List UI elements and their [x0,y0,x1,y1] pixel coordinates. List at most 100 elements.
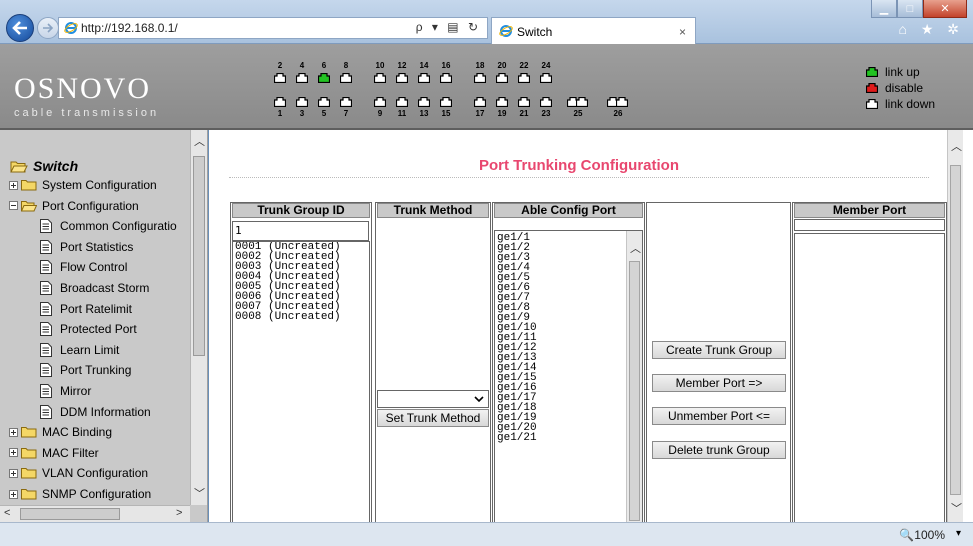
able-port-option[interactable]: ge1/21 [495,433,642,444]
scroll-up-icon[interactable]: ︿ [194,133,205,149]
port-18-icon[interactable] [474,73,486,83]
port-14-icon[interactable] [418,73,430,83]
set-trunk-method-button[interactable]: Set Trunk Method [377,409,489,427]
port-8-icon[interactable] [340,73,352,83]
member-port-add-button[interactable]: Member Port => [652,374,786,392]
expand-icon[interactable] [9,448,18,458]
zoom-level[interactable]: 🔍100% [899,528,945,542]
sidebar-item-common-configuratio[interactable]: Common Configuratio [40,219,177,234]
forward-button[interactable] [37,17,59,39]
scroll-down-icon[interactable]: ﹀ [951,500,962,516]
able-config-port-list[interactable]: ge1/1 ge1/2 ge1/3 ge1/4 ge1/5 ge1/6 ge1/7 ge1/8… [494,230,643,522]
main-vertical-scrollbar[interactable]: ︿ ﹀ [947,130,963,522]
sidebar-item-label: Flow Control [60,260,128,275]
sidebar-item-broadcast-storm[interactable]: Broadcast Storm [40,281,149,295]
port-25-icon[interactable] [576,97,588,107]
port-number-label: 8 [343,61,349,70]
port-12-icon[interactable] [396,73,408,83]
able-port-scrollbar[interactable]: ︿ [626,231,642,522]
minimize-button[interactable]: ▁ [871,0,897,18]
create-trunk-group-button[interactable]: Create Trunk Group [652,341,786,359]
trunk-method-select[interactable] [377,390,489,408]
unmember-port-button[interactable]: Unmember Port <= [652,407,786,425]
port-20-icon[interactable] [496,73,508,83]
port-11-icon[interactable] [396,97,408,107]
member-port-filter[interactable] [794,219,945,231]
tab-close-icon[interactable]: × [679,25,686,39]
close-window-button[interactable]: ✕ [923,0,967,18]
port-17-icon[interactable] [474,97,486,107]
main-scroll-thumb[interactable] [950,165,961,495]
port-15-icon[interactable] [440,97,452,107]
sidebar-item-mac-binding[interactable]: MAC Binding [9,425,112,439]
sidebar-item-protected-port[interactable]: Protected Port [40,322,137,337]
scroll-right-icon[interactable]: > [176,507,182,519]
port-6-icon[interactable] [318,73,330,83]
trunk-group-option[interactable]: 0008 (Uncreated) [233,312,369,323]
port-4-icon[interactable] [296,73,308,83]
port-24-icon[interactable] [540,73,552,83]
port-2-icon[interactable] [274,73,286,83]
port-7-icon[interactable] [340,97,352,107]
expand-icon[interactable] [9,489,18,499]
port-13-icon[interactable] [418,97,430,107]
sidebar-item-flow-control[interactable]: Flow Control [40,260,128,275]
folder-icon [21,468,37,479]
sidebar-scroll-thumb[interactable] [193,156,205,356]
tree-root[interactable]: Switch [10,158,78,174]
port-3-icon[interactable] [296,97,308,107]
sidebar-item-ddm-information[interactable]: DDM Information [40,404,151,419]
document-icon [40,219,52,234]
legend-label: disable [885,81,924,95]
sidebar-item-system-configuration[interactable]: System Configuration [9,178,157,192]
trunk-group-list[interactable]: 0001 (Uncreated) 0002 (Uncreated) 0003 (Un… [232,241,370,522]
sidebar-item-mac-filter[interactable]: MAC Filter [9,446,99,460]
scroll-up-icon[interactable]: ︿ [951,138,962,154]
sidebar-item-port-configuration[interactable]: Port Configuration [9,199,139,213]
expand-icon[interactable] [9,468,18,478]
maximize-button[interactable]: □ [897,0,923,18]
delete-trunk-group-button[interactable]: Delete trunk Group [652,441,786,459]
sidebar-vertical-scrollbar[interactable]: ︿ ﹀ [190,130,207,505]
sidebar-item-mirror[interactable]: Mirror [40,384,91,398]
port-16-icon[interactable] [440,73,452,83]
collapse-icon[interactable] [9,201,18,211]
sidebar-item-port-statistics[interactable]: Port Statistics [40,239,133,254]
port-number-label: 22 [519,61,529,70]
port-status-panel: 2 4 6 8 10 12 14 16 18 20 22 24 1 3 5 7 9 11 13 15 17 19 21 23 2… [0,44,973,130]
port-5-icon[interactable] [318,97,330,107]
port-26-icon[interactable] [616,97,628,107]
port-23-icon[interactable] [540,97,552,107]
back-button[interactable] [6,14,34,42]
folder-open-icon [10,161,28,172]
port-9-icon[interactable] [374,97,386,107]
title-divider [229,177,929,178]
port-10-icon[interactable] [374,73,386,83]
scroll-left-icon[interactable]: < [4,507,10,519]
trunk-group-id-input[interactable]: 1 [232,221,369,241]
expand-icon[interactable] [9,427,18,437]
sidebar-item-port-trunking[interactable]: Port Trunking [40,363,131,378]
address-tools[interactable]: ρ ▾ ▤ ↻ [416,20,481,34]
able-port-scroll-thumb[interactable] [629,261,640,521]
scroll-up-icon[interactable]: ︿ [630,245,641,256]
document-icon [40,281,52,295]
sidebar-item-learn-limit[interactable]: Learn Limit [40,342,119,357]
home-favorites-settings-icons[interactable]: ⌂ ★ ✲ [898,21,964,38]
port-1-icon[interactable] [274,97,286,107]
scroll-down-icon[interactable]: ﹀ [194,485,205,501]
sidebar-hscroll-thumb[interactable] [20,508,120,520]
address-bar[interactable]: http://192.168.0.1/ ρ ▾ ▤ ↻ [58,17,488,39]
sidebar-item-vlan-configuration[interactable]: VLAN Configuration [9,466,148,480]
sidebar-item-port-ratelimit[interactable]: Port Ratelimit [40,301,133,316]
member-port-list[interactable] [794,233,945,522]
port-19-icon[interactable] [496,97,508,107]
sidebar-horizontal-scrollbar[interactable]: < > [0,505,190,522]
expand-icon[interactable] [9,180,18,190]
port-22-icon[interactable] [518,73,530,83]
sidebar-item-snmp-configuration[interactable]: SNMP Configuration [9,487,151,501]
zoom-caret-icon[interactable]: ▾ [956,528,961,539]
port-21-icon[interactable] [518,97,530,107]
browser-tab[interactable]: Switch × [491,17,696,44]
sidebar-item-label: Port Ratelimit [60,301,133,316]
